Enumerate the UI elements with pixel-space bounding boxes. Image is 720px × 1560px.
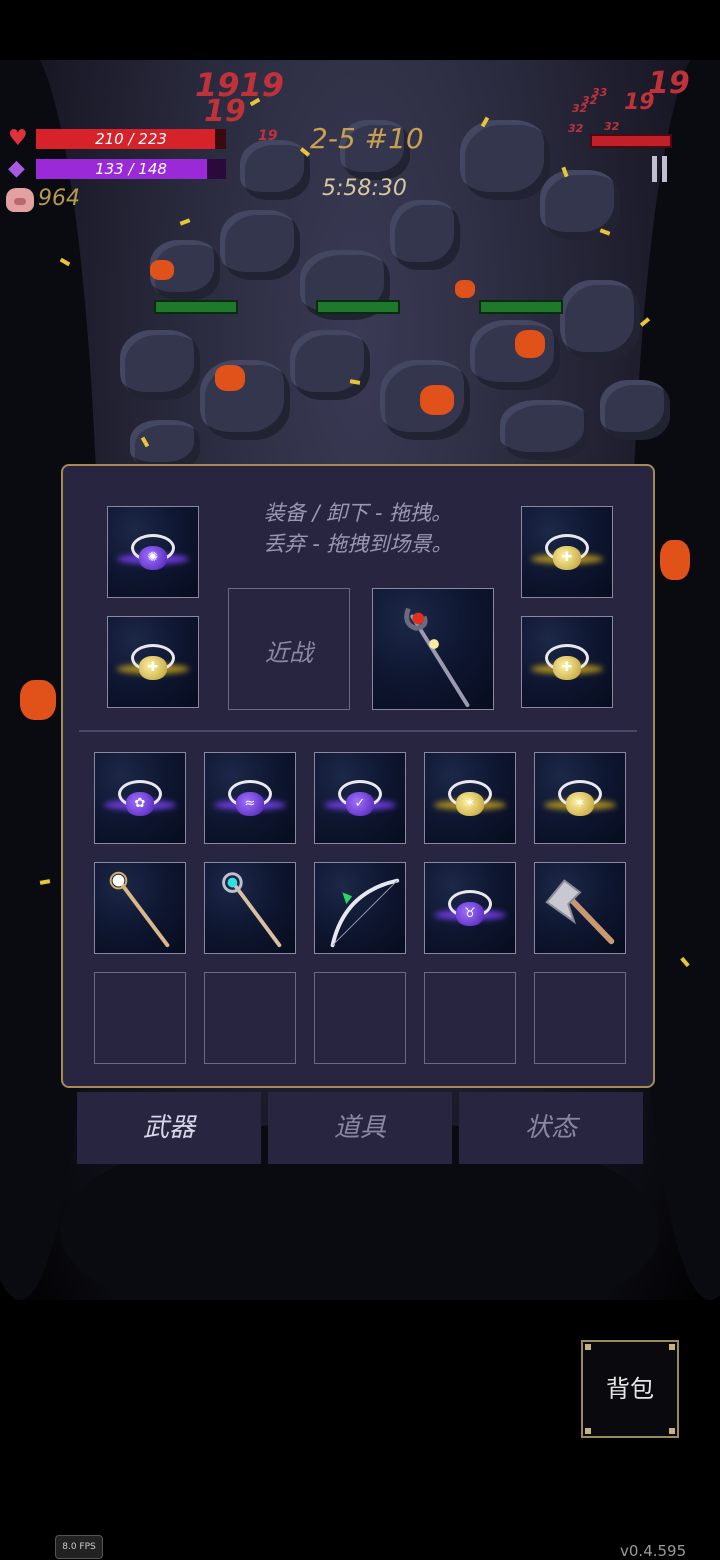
axe-icon <box>545 879 615 945</box>
game-timer: 5:58:30 <box>322 176 407 201</box>
health-text: 210 / 223 <box>95 130 167 148</box>
rock <box>540 170 620 240</box>
enemy-health-bar <box>590 134 672 148</box>
inventory-slot[interactable]: ✓ <box>314 752 406 844</box>
inventory-slot-empty[interactable] <box>424 972 516 1064</box>
purple-ring-icon: ✿ <box>104 770 176 826</box>
corner-ornament <box>669 1428 675 1434</box>
rock <box>460 120 550 200</box>
tab-items[interactable]: 道具 <box>268 1092 452 1164</box>
inventory-slot-empty[interactable] <box>94 972 186 1064</box>
inventory-slot[interactable]: ≈ <box>204 752 296 844</box>
enemy-health-bar <box>154 300 238 314</box>
rock <box>470 320 560 390</box>
equip-slot-left-1[interactable]: ✺ <box>107 506 199 598</box>
health-row: ♥ 210 / 223 <box>8 128 226 150</box>
yellow-ring-icon: ✶ <box>544 770 616 826</box>
rock <box>390 200 460 270</box>
bag-button-label: 背包 <box>606 1375 654 1403</box>
equip-slot-left-2[interactable]: ✚ <box>107 616 199 708</box>
tab-status[interactable]: 状态 <box>459 1092 643 1164</box>
rock <box>560 280 640 360</box>
lava <box>660 540 690 580</box>
inventory-slot[interactable]: ✿ <box>94 752 186 844</box>
piggy-bank-icon <box>6 188 34 212</box>
coin-count: 964 <box>38 186 80 211</box>
damage-number: 32 <box>568 122 584 135</box>
enemy-health-bar <box>479 300 563 314</box>
inventory-slot-empty[interactable] <box>314 972 406 1064</box>
lava <box>455 280 475 298</box>
yellow-ring-icon: ✚ <box>117 634 189 690</box>
damage-number: 19 <box>258 128 278 144</box>
lava <box>215 365 245 391</box>
yellow-ring-icon: ✚ <box>531 524 603 580</box>
cyan-orb-staff-icon <box>222 872 282 948</box>
inventory-slot[interactable] <box>314 862 406 954</box>
rock <box>290 330 370 400</box>
damage-number: 32 <box>604 120 620 133</box>
rock <box>120 330 200 400</box>
rock <box>220 210 300 280</box>
damage-number: 19 <box>624 90 655 115</box>
inventory-slot-empty[interactable] <box>534 972 626 1064</box>
inventory-slot[interactable]: ✶ <box>534 752 626 844</box>
yellow-ring-icon: ✚ <box>531 634 603 690</box>
inventory-slot[interactable]: ✶ <box>424 752 516 844</box>
rock <box>600 380 670 440</box>
inventory-slot[interactable] <box>534 862 626 954</box>
enemy-health-bar <box>316 300 400 314</box>
purple-ring-icon: ✓ <box>324 770 396 826</box>
inventory-panel: 装备 / 卸下 - 拖拽。 丢弃 - 拖拽到场景。 ✺ ✚ 近战 ✚ ✚ ✿ ≈… <box>61 464 655 1088</box>
yellow-ring-icon: ✶ <box>434 770 506 826</box>
lava <box>420 385 454 415</box>
equip-slot-right-2[interactable]: ✚ <box>521 616 613 708</box>
mana-bar: 133 / 148 <box>36 159 226 179</box>
rock <box>200 360 290 440</box>
tab-weapons[interactable]: 武器 <box>77 1092 261 1164</box>
bow-icon <box>330 878 400 948</box>
fps-counter: 8.0 FPS <box>55 1535 103 1559</box>
inventory-slot[interactable] <box>94 862 186 954</box>
lava <box>20 680 56 720</box>
panel-divider <box>79 730 637 732</box>
melee-label: 近战 <box>265 639 313 667</box>
purple-ring-icon: ✺ <box>117 524 189 580</box>
bag-button[interactable]: 背包 <box>581 1340 679 1438</box>
inventory-slot[interactable] <box>204 862 296 954</box>
mana-text: 133 / 148 <box>95 160 167 178</box>
pause-icon[interactable] <box>650 156 670 182</box>
inventory-slot[interactable]: ♉ <box>424 862 516 954</box>
weapon-slot[interactable] <box>372 588 494 710</box>
heart-icon: ♥ <box>8 126 28 151</box>
corner-ornament <box>585 1428 591 1434</box>
health-bar: 210 / 223 <box>36 129 226 149</box>
corner-ornament <box>585 1344 591 1350</box>
red-orb-staff-icon <box>404 607 470 708</box>
corner-ornament <box>669 1344 675 1350</box>
melee-slot[interactable]: 近战 <box>228 588 350 710</box>
rock <box>500 400 590 460</box>
mana-row: ◆ 133 / 148 <box>8 158 226 180</box>
lava <box>150 260 174 280</box>
damage-number: 33 <box>592 86 608 99</box>
gem-icon: ◆ <box>8 156 25 181</box>
stage-label: 2-5 #10 <box>310 122 424 155</box>
white-orb-staff-icon <box>109 871 170 948</box>
confetti <box>179 218 191 226</box>
lava <box>515 330 545 358</box>
purple-ring-icon: ≈ <box>214 770 286 826</box>
version-label: v0.4.595 <box>620 1542 687 1560</box>
equip-slot-right-1[interactable]: ✚ <box>521 506 613 598</box>
inventory-slot-empty[interactable] <box>204 972 296 1064</box>
rock <box>130 420 200 470</box>
purple-ring-icon: ♉ <box>434 880 506 936</box>
damage-number: 19 <box>204 94 246 129</box>
